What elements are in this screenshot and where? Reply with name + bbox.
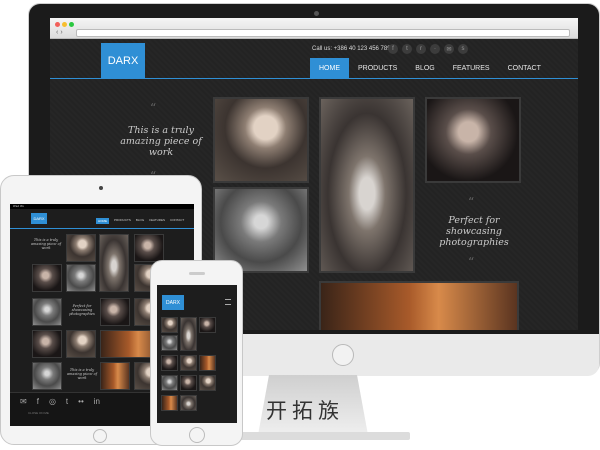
linkedin-icon[interactable]: in bbox=[94, 397, 100, 406]
gallery-photo-3[interactable] bbox=[319, 97, 415, 273]
flickr-icon[interactable]: · bbox=[430, 44, 440, 54]
back-forward-icon[interactable]: ‹› bbox=[56, 29, 65, 36]
menu-products[interactable]: PRODUCTS bbox=[349, 58, 406, 78]
iphone-photo-8[interactable] bbox=[161, 375, 178, 391]
ipad-photo-10[interactable] bbox=[32, 330, 62, 358]
iphone-photo-9[interactable] bbox=[180, 375, 197, 391]
ipad-status-bar: iPad 3G bbox=[10, 204, 194, 209]
iphone-photo-10[interactable] bbox=[199, 375, 216, 391]
iphone-photo-11[interactable] bbox=[161, 395, 178, 411]
iphone-photo-6[interactable] bbox=[180, 355, 197, 371]
mail-icon[interactable]: ✉ bbox=[444, 44, 454, 54]
browser-chrome: ‹› bbox=[50, 18, 578, 39]
quote-close-icon-2: “ bbox=[468, 255, 475, 269]
globe-icon[interactable]: ◎ bbox=[49, 397, 56, 406]
ipad-photo-2[interactable] bbox=[99, 234, 129, 292]
ipad-photo-4[interactable] bbox=[32, 264, 62, 292]
iphone-photo-5[interactable] bbox=[161, 355, 178, 371]
ipad-photo-13[interactable] bbox=[32, 362, 62, 390]
ipad-photo-7[interactable] bbox=[32, 298, 62, 326]
tagline-left: This is a truly amazing piece of work bbox=[120, 125, 202, 158]
facebook-icon[interactable]: f bbox=[37, 397, 39, 406]
ipad-tagline-1: This is a truly amazing piece of work bbox=[30, 238, 62, 250]
address-bar[interactable] bbox=[76, 29, 570, 37]
ipad-menu-products[interactable]: PRODUCTS bbox=[114, 218, 131, 224]
iphone-home-button bbox=[189, 427, 205, 443]
ipad-tagline-3: This is a truly amazing piece of work bbox=[66, 368, 98, 380]
ipad-photo-1[interactable] bbox=[66, 234, 96, 262]
ipad-menu-home[interactable]: HOME bbox=[96, 218, 109, 224]
ipad-footer-label-1: CLOSE ON ME bbox=[28, 411, 49, 415]
menu-contact[interactable]: CONTACT bbox=[499, 58, 550, 78]
ipad-photo-3[interactable] bbox=[134, 234, 164, 262]
menu-home[interactable]: HOME bbox=[310, 58, 349, 78]
ipad-photo-11[interactable] bbox=[66, 330, 96, 358]
iphone-frame: DARX bbox=[150, 260, 243, 446]
iphone-photo-3[interactable] bbox=[199, 317, 216, 333]
ipad-site-logo[interactable]: DARX bbox=[31, 213, 47, 224]
iphone-photo-4[interactable] bbox=[161, 335, 178, 351]
gallery-photo-4[interactable] bbox=[425, 97, 521, 183]
ipad-footer-icons: ✉ f ◎ t •• in bbox=[20, 397, 100, 406]
ipad-menu-blog[interactable]: BLOG bbox=[136, 218, 144, 224]
phone-number: Call us: +386 40 123 456 789 bbox=[312, 46, 391, 52]
gallery-photo-1[interactable] bbox=[213, 97, 309, 183]
accent-divider bbox=[50, 78, 578, 79]
speaker-icon bbox=[189, 272, 205, 275]
ipad-main-menu: HOME PRODUCTS BLOG FEATURES CONTACT bbox=[96, 218, 184, 224]
ipad-tagline-2: Perfect for showcasing photographies bbox=[69, 304, 95, 316]
iphone-photo-1[interactable] bbox=[161, 317, 178, 333]
ipad-home-button bbox=[93, 429, 107, 443]
minimize-window-icon[interactable] bbox=[62, 22, 67, 27]
ipad-accent-divider bbox=[10, 228, 194, 229]
twitter-icon[interactable]: t bbox=[402, 44, 412, 54]
iphone-screen: DARX bbox=[157, 285, 237, 423]
main-menu: HOME PRODUCTS BLOG FEATURES CONTACT bbox=[310, 58, 550, 78]
rss-icon[interactable]: r bbox=[416, 44, 426, 54]
site-logo[interactable]: DARX bbox=[101, 43, 145, 79]
ipad-photo-8[interactable] bbox=[100, 298, 130, 326]
twitter-icon[interactable]: t bbox=[66, 397, 68, 406]
ipad-menu-features[interactable]: FEATURES bbox=[149, 218, 165, 224]
mail-icon[interactable]: ✉ bbox=[20, 397, 27, 406]
device-mockup-showcase: 开拓族 ‹› DARX Call us: +386 40 123 456 789… bbox=[0, 0, 600, 450]
ipad-menu-contact[interactable]: CONTACT bbox=[170, 218, 184, 224]
close-window-icon[interactable] bbox=[55, 22, 60, 27]
quote-open-icon: “ bbox=[150, 101, 157, 115]
social-icons: f t r · ✉ s bbox=[388, 44, 468, 54]
imac-stand-base bbox=[240, 432, 410, 440]
camera-icon bbox=[99, 186, 103, 190]
iphone-photo-7[interactable] bbox=[199, 355, 216, 371]
tagline-right: Perfect for showcasing photographies bbox=[439, 215, 509, 248]
quote-open-icon-2: “ bbox=[468, 195, 475, 209]
hamburger-menu-icon[interactable] bbox=[225, 299, 231, 305]
skype-icon[interactable]: s bbox=[458, 44, 468, 54]
facebook-icon[interactable]: f bbox=[388, 44, 398, 54]
maximize-window-icon[interactable] bbox=[69, 22, 74, 27]
ipad-photo-5[interactable] bbox=[66, 264, 96, 292]
flickr-icon[interactable]: •• bbox=[78, 397, 84, 406]
iphone-site-logo[interactable]: DARX bbox=[162, 295, 184, 310]
menu-features[interactable]: FEATURES bbox=[444, 58, 499, 78]
iphone-photo-12[interactable] bbox=[180, 395, 197, 411]
watermark-text: 开拓族 bbox=[266, 399, 344, 423]
iphone-photo-2[interactable] bbox=[180, 317, 197, 351]
gallery-photo-5[interactable] bbox=[319, 281, 519, 330]
camera-icon bbox=[314, 11, 319, 16]
menu-blog[interactable]: BLOG bbox=[406, 58, 443, 78]
ipad-photo-14[interactable] bbox=[100, 362, 130, 390]
imac-logo-button bbox=[332, 344, 354, 366]
